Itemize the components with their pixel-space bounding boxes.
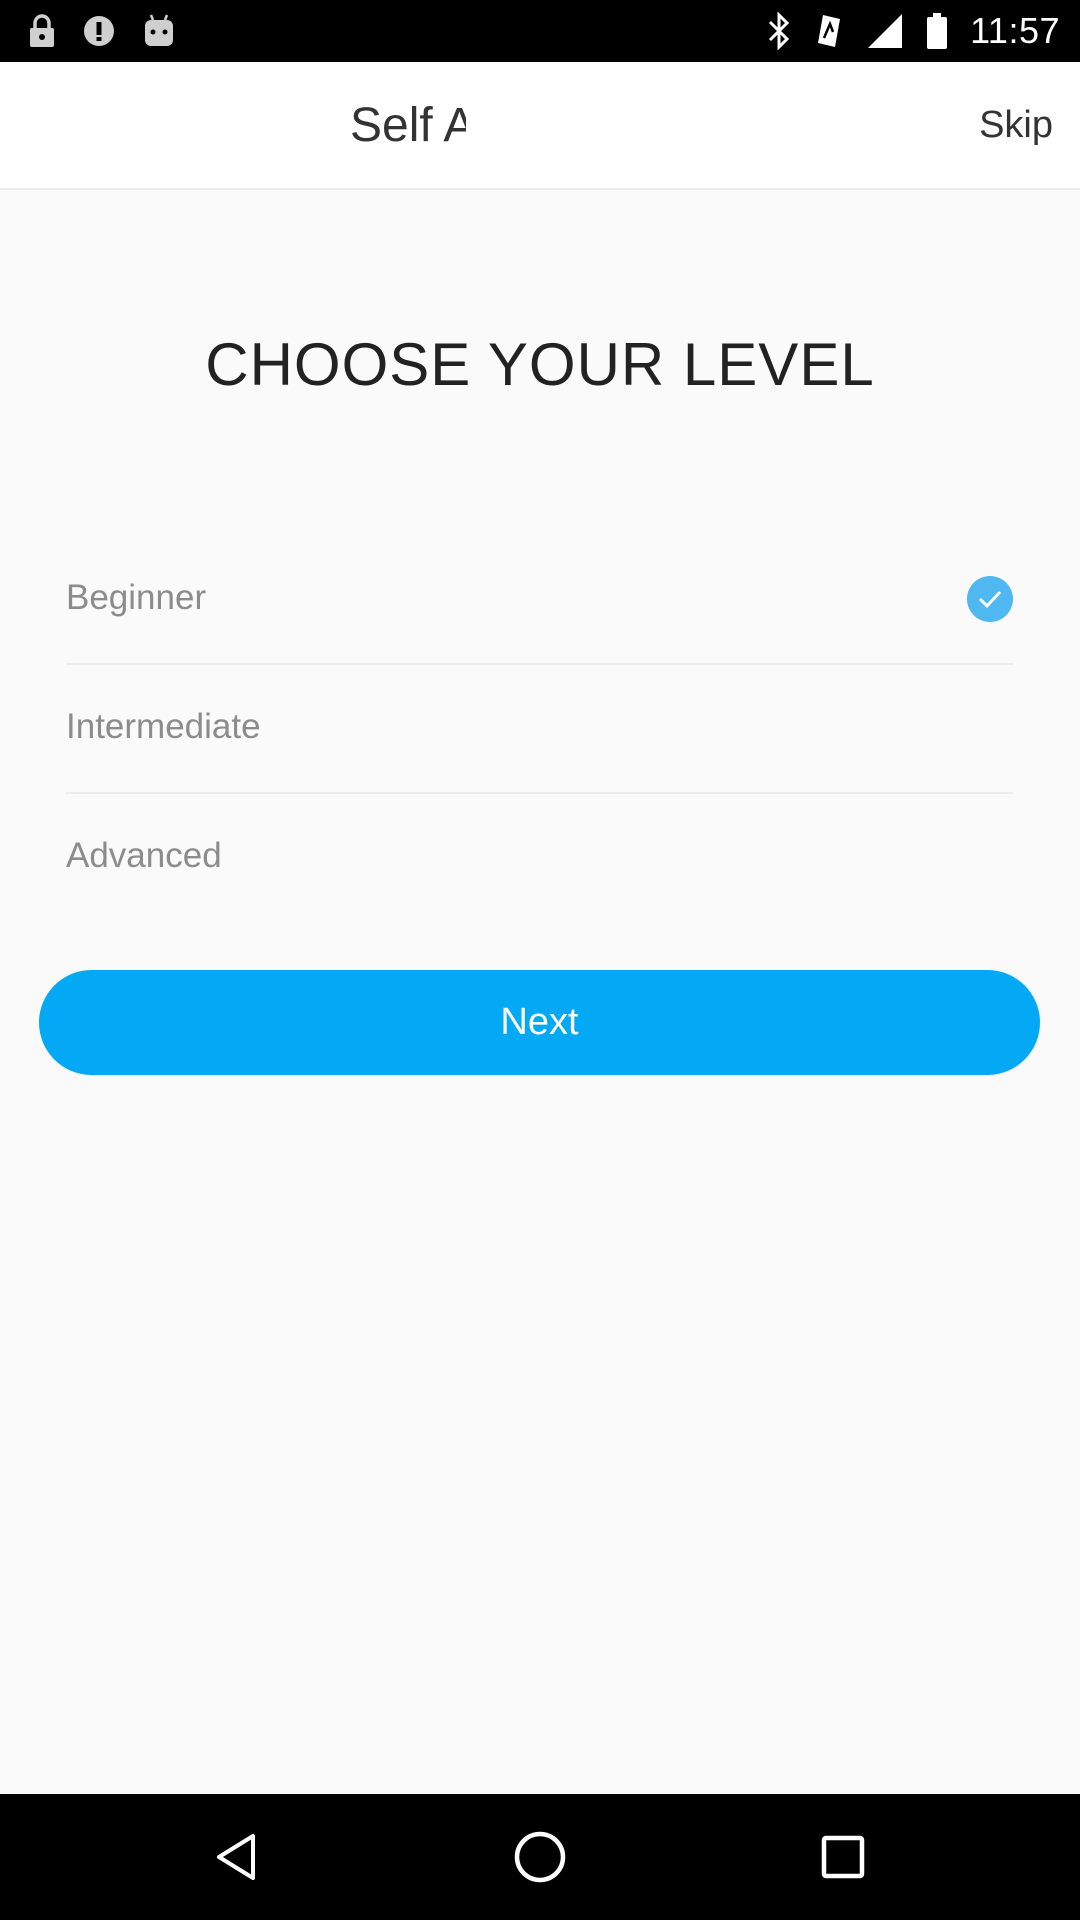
header: Self A Skip [0, 62, 1080, 190]
header-overlay [466, 82, 974, 184]
battery-icon [926, 12, 948, 50]
level-list: Beginner Intermediate Advanced [66, 536, 1013, 921]
status-time: 11:57 [970, 10, 1060, 51]
lock-icon [28, 13, 56, 49]
info-icon [82, 14, 116, 48]
level-label: Intermediate [66, 707, 261, 746]
level-option-advanced[interactable]: Advanced [66, 794, 1013, 921]
status-bar: 11:57 [0, 0, 1080, 62]
page-title: Self A [350, 99, 476, 152]
level-label: Beginner [66, 578, 207, 617]
signal-icon [866, 12, 904, 50]
level-option-intermediate[interactable]: Intermediate [66, 665, 1013, 794]
status-right-icons: 11:57 [766, 8, 1060, 54]
home-icon[interactable] [508, 1825, 572, 1889]
status-left-icons [28, 11, 176, 51]
android-icon [142, 13, 176, 49]
next-button[interactable]: Next [39, 970, 1040, 1075]
skip-button[interactable]: Skip [979, 102, 1053, 148]
choose-level-heading: CHOOSE YOUR LEVEL [205, 331, 875, 398]
vibrate-icon [814, 12, 844, 50]
recents-icon[interactable] [811, 1825, 875, 1889]
checkmark-icon [967, 576, 1013, 622]
level-option-beginner[interactable]: Beginner [66, 536, 1013, 665]
back-icon[interactable] [205, 1825, 269, 1889]
navigation-bar [0, 1794, 1080, 1920]
level-label: Advanced [66, 836, 222, 875]
bluetooth-icon [766, 12, 792, 50]
